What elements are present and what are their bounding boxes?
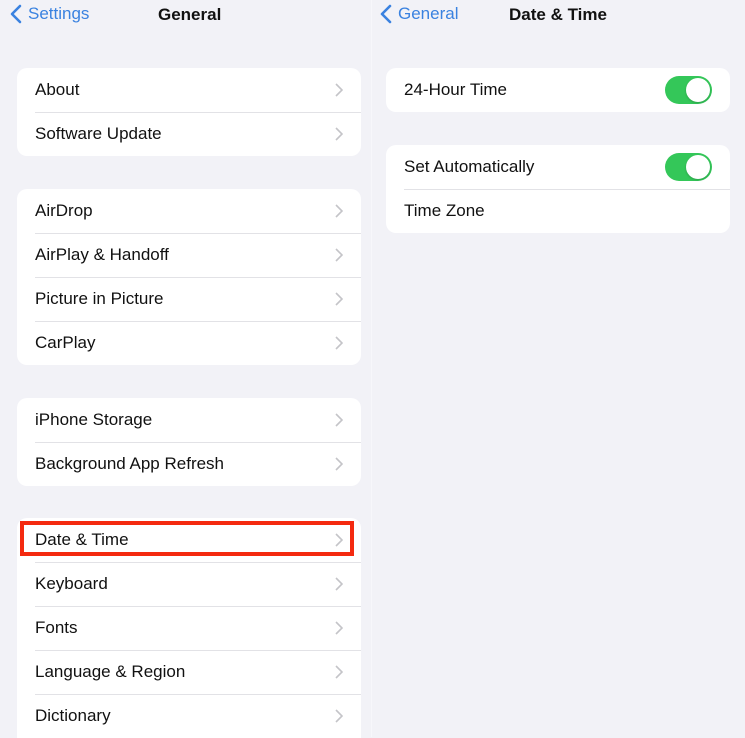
chevron-right-icon [335,204,343,218]
settings-row-keyboard[interactable]: Keyboard [17,562,361,606]
settings-row-software-update[interactable]: Software Update [17,112,361,156]
row-label: Background App Refresh [35,454,225,473]
settings-row-date-time[interactable]: Date & Time [17,518,361,562]
row-label: AirDrop [35,201,93,220]
settings-row-picture-in-picture[interactable]: Picture in Picture [17,277,361,321]
chevron-right-icon [335,292,343,306]
chevron-right-icon [335,457,343,471]
settings-group-24-hour: 24-Hour Time [386,68,730,112]
settings-group-storage: iPhone Storage Background App Refresh [17,398,361,486]
page-title: General [158,5,222,24]
settings-row-fonts[interactable]: Fonts [17,606,361,650]
row-label: iPhone Storage [35,410,153,429]
toggle-set-automatically[interactable] [665,153,712,181]
row-label: CarPlay [35,333,96,352]
settings-group-locale: Date & Time Keyboard Fonts Language & Re… [17,518,361,738]
toggle-knob [686,78,710,102]
back-to-general-button[interactable]: General [380,4,458,24]
chevron-left-icon [380,4,392,24]
row-label: Picture in Picture [35,289,164,308]
back-to-settings-button[interactable]: Settings [10,4,89,24]
back-label: Settings [28,4,90,23]
toggle-knob [686,155,710,179]
row-label: 24-Hour Time [404,80,507,99]
date-time-pane: General Date & Time 24-Hour Time Set Aut… [372,0,745,737]
settings-row-airdrop[interactable]: AirDrop [17,189,361,233]
chevron-left-icon [10,4,22,24]
chevron-right-icon [335,533,343,547]
row-label: Fonts [35,618,78,637]
settings-row-background-app-refresh[interactable]: Background App Refresh [17,442,361,486]
chevron-right-icon [335,83,343,97]
settings-group-connectivity: AirDrop AirPlay & Handoff Picture in Pic… [17,189,361,365]
back-label: General [398,4,459,23]
row-label: Time Zone [404,201,485,220]
chevron-right-icon [335,127,343,141]
settings-row-carplay[interactable]: CarPlay [17,321,361,365]
settings-row-dictionary[interactable]: Dictionary [17,694,361,738]
row-label: About [35,80,80,99]
settings-row-time-zone: Time Zone [386,189,730,233]
chevron-right-icon [335,577,343,591]
nav-bar: General Date & Time [372,0,745,32]
page-title: Date & Time [509,5,607,24]
toggle-24-hour-time[interactable] [665,76,712,104]
settings-row-24-hour-time: 24-Hour Time [386,68,730,112]
settings-group-about: About Software Update [17,68,361,156]
row-label: Date & Time [35,530,129,549]
settings-row-language-region[interactable]: Language & Region [17,650,361,694]
row-label: Language & Region [35,662,186,681]
nav-bar: Settings General [0,0,372,32]
row-label: Keyboard [35,574,108,593]
chevron-right-icon [335,248,343,262]
chevron-right-icon [335,665,343,679]
chevron-right-icon [335,621,343,635]
settings-row-iphone-storage[interactable]: iPhone Storage [17,398,361,442]
settings-row-about[interactable]: About [17,68,361,112]
row-label: Software Update [35,124,162,143]
settings-row-set-automatically: Set Automatically [386,145,730,189]
row-label: Set Automatically [404,157,535,176]
chevron-right-icon [335,709,343,723]
chevron-right-icon [335,336,343,350]
settings-row-airplay-handoff[interactable]: AirPlay & Handoff [17,233,361,277]
chevron-right-icon [335,413,343,427]
settings-group-time-zone: Set Automatically Time Zone [386,145,730,233]
general-settings-pane: Settings General About Software Update A… [0,0,372,738]
row-label: Dictionary [35,706,111,725]
row-label: AirPlay & Handoff [35,245,169,264]
